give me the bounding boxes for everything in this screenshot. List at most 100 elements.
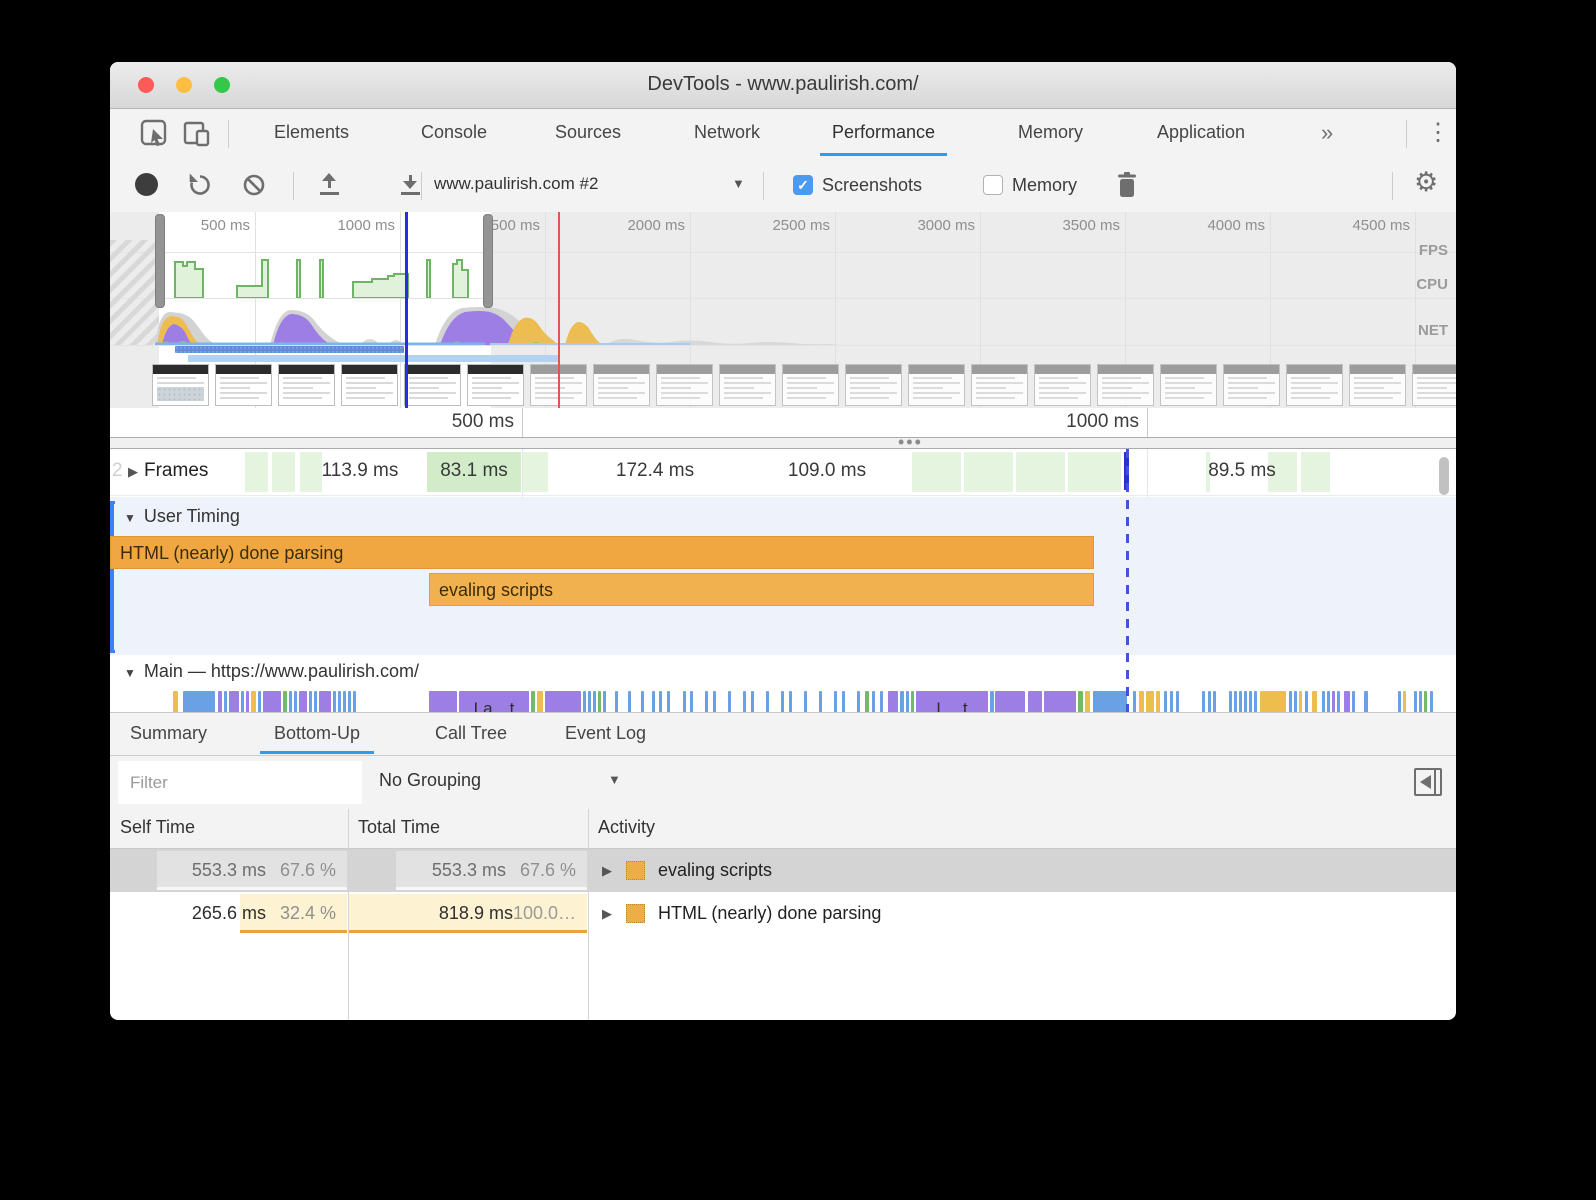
column-total-time[interactable]: Total Time — [358, 817, 440, 838]
details-pane: Summary Bottom-Up Call Tree Event Log No… — [110, 712, 1456, 1020]
memory-checkbox-label[interactable]: Memory — [1012, 175, 1077, 196]
expander-expanded-icon[interactable]: ▼ — [124, 511, 136, 525]
activity-name: HTML (nearly) done parsing — [658, 903, 882, 923]
table-row[interactable]: 265.6 ms 32.4 % 818.9 ms100.0… ▶ HTML (ne… — [110, 892, 1456, 935]
frame-block[interactable] — [964, 452, 1013, 492]
filmstrip-thumbnail[interactable] — [1412, 364, 1456, 406]
tabs-overflow-chevron[interactable]: » — [1321, 109, 1333, 156]
filmstrip-thumbnail[interactable] — [1097, 364, 1154, 406]
user-timing-track-label[interactable]: ▼ User Timing — [124, 506, 240, 527]
filmstrip-thumbnail[interactable] — [1286, 364, 1343, 406]
filmstrip-thumbnail[interactable] — [278, 364, 335, 406]
tab-console[interactable]: Console — [421, 109, 487, 156]
load-profile-icon[interactable] — [318, 173, 340, 195]
filmstrip-thumbnail[interactable] — [593, 364, 650, 406]
frame-block[interactable] — [245, 452, 268, 492]
filmstrip-thumbnail[interactable] — [215, 364, 272, 406]
device-toolbar-icon[interactable] — [182, 119, 212, 149]
frames-track-label[interactable]: ▶ Frames — [122, 460, 215, 482]
inspect-element-icon[interactable] — [140, 119, 170, 149]
tracks-scrollbar-thumb[interactable] — [1439, 457, 1449, 495]
frame-block[interactable] — [912, 452, 961, 492]
filmstrip-thumbnail[interactable] — [782, 364, 839, 406]
frame-timing: 172.4 ms — [615, 460, 695, 481]
toolbar-separator-3 — [763, 172, 764, 200]
activity-name: evaling scripts — [658, 860, 773, 880]
tab-network[interactable]: Network — [694, 109, 760, 156]
filmstrip-thumbnail[interactable] — [656, 364, 713, 406]
pane-splitter-handle[interactable]: ••• — [110, 432, 1456, 452]
ruler-label-500: 500 ms — [451, 411, 514, 432]
clear-recording-icon[interactable] — [242, 173, 266, 197]
grouping-select[interactable]: No Grouping — [379, 770, 481, 791]
filmstrip-thumbnail[interactable] — [467, 364, 524, 406]
window-titlebar[interactable]: DevTools - www.paulirish.com/ — [110, 62, 1456, 109]
tab-memory[interactable]: Memory — [1018, 109, 1083, 156]
record-button[interactable] — [135, 173, 158, 196]
frame-block[interactable] — [272, 452, 295, 492]
net-track-label: NET — [1418, 322, 1448, 339]
filmstrip-thumbnail[interactable] — [152, 364, 209, 406]
toolbar-separator-2 — [421, 172, 422, 200]
row-expander-icon[interactable]: ▶ — [602, 863, 612, 879]
filmstrip-thumbnail[interactable] — [1223, 364, 1280, 406]
user-timing-bar-evaling-scripts[interactable]: evaling scripts — [429, 573, 1094, 606]
filmstrip-thumbnail[interactable] — [908, 364, 965, 406]
frame-block[interactable] — [1301, 452, 1330, 492]
frame-timing: 109.0 ms — [787, 460, 867, 481]
tab-event-log[interactable]: Event Log — [565, 713, 646, 753]
selection-left-handle[interactable] — [155, 214, 165, 308]
profile-select-arrow-icon[interactable]: ▼ — [732, 176, 745, 191]
filter-input[interactable] — [118, 761, 362, 804]
filmstrip-thumbnail[interactable] — [845, 364, 902, 406]
profile-select[interactable]: www.paulirish.com #2 — [434, 174, 598, 194]
tab-bottom-up[interactable]: Bottom-Up — [259, 713, 375, 754]
timeline-overview[interactable]: 500 ms 1000 ms 1500 ms 2000 ms 2500 ms 3… — [110, 212, 1456, 437]
filmstrip-thumbnail[interactable] — [341, 364, 398, 406]
row-expander-icon[interactable]: ▶ — [602, 906, 612, 922]
frame-block[interactable] — [1068, 452, 1121, 492]
filmstrip-thumbnail[interactable] — [971, 364, 1028, 406]
memory-checkbox[interactable] — [983, 175, 1003, 195]
tab-sources[interactable]: Sources — [555, 109, 621, 156]
screenshots-checkbox[interactable]: ✓ — [793, 175, 813, 195]
devtools-window: DevTools - www.paulirish.com/ Elements C… — [110, 62, 1456, 1020]
table-header: Self Time Total Time Activity — [110, 809, 1456, 849]
filmstrip-thumbnail[interactable] — [1349, 364, 1406, 406]
tabbar-separator-right — [1406, 120, 1407, 148]
track-ruler: 500 ms 1000 ms — [110, 408, 1456, 437]
user-timing-track[interactable]: ▼ User Timing HTML (nearly) done parsing … — [110, 497, 1456, 655]
main-track-label[interactable]: ▼ Main — https://www.paulirish.com/ — [124, 661, 419, 682]
tab-application[interactable]: Application — [1157, 109, 1245, 156]
filmstrip-thumbnail[interactable] — [719, 364, 776, 406]
column-activity[interactable]: Activity — [598, 817, 655, 838]
settings-gear-icon[interactable]: ⚙ — [1414, 167, 1438, 198]
frames-track[interactable]: 215.2 ms ▶Frames 113.9 ms 83.1 ms 172.4 … — [110, 449, 1456, 496]
filmstrip-thumbnail[interactable] — [1160, 364, 1217, 406]
frame-block[interactable] — [1016, 452, 1065, 492]
current-time-dashed-marker — [1126, 449, 1129, 712]
user-timing-bar-html-parsing[interactable]: HTML (nearly) done parsing — [110, 536, 1094, 569]
table-row[interactable]: 553.3 ms 67.6 % 553.3 ms 67.6 % ▶ evaling … — [110, 849, 1456, 892]
tab-performance[interactable]: Performance — [819, 109, 948, 156]
filmstrip-thumbnail[interactable] — [1034, 364, 1091, 406]
tab-call-tree[interactable]: Call Tree — [435, 713, 507, 753]
show-heaviest-stack-icon[interactable] — [1414, 768, 1442, 796]
checkmark-icon: ✓ — [797, 177, 809, 193]
save-profile-icon[interactable] — [399, 173, 421, 195]
toolbar-separator-1 — [293, 172, 294, 200]
screenshots-checkbox-label[interactable]: Screenshots — [822, 175, 922, 196]
expander-expanded-icon[interactable]: ▼ — [124, 666, 136, 680]
filmstrip-thumbnail[interactable] — [404, 364, 461, 406]
tab-summary[interactable]: Summary — [130, 713, 207, 753]
tab-elements[interactable]: Elements — [274, 109, 349, 156]
column-self-time[interactable]: Self Time — [120, 817, 195, 838]
frame-timing: 113.9 ms — [321, 460, 399, 481]
reload-record-icon[interactable] — [188, 173, 212, 197]
details-tabbar: Summary Bottom-Up Call Tree Event Log — [110, 713, 1456, 756]
trash-icon[interactable] — [1115, 171, 1139, 199]
devtools-menu-icon[interactable]: ⋮ — [1426, 109, 1450, 156]
expander-collapsed-icon[interactable]: ▶ — [128, 464, 138, 479]
grouping-select-arrow-icon[interactable]: ▼ — [608, 772, 621, 787]
selection-right-handle[interactable] — [483, 214, 493, 308]
